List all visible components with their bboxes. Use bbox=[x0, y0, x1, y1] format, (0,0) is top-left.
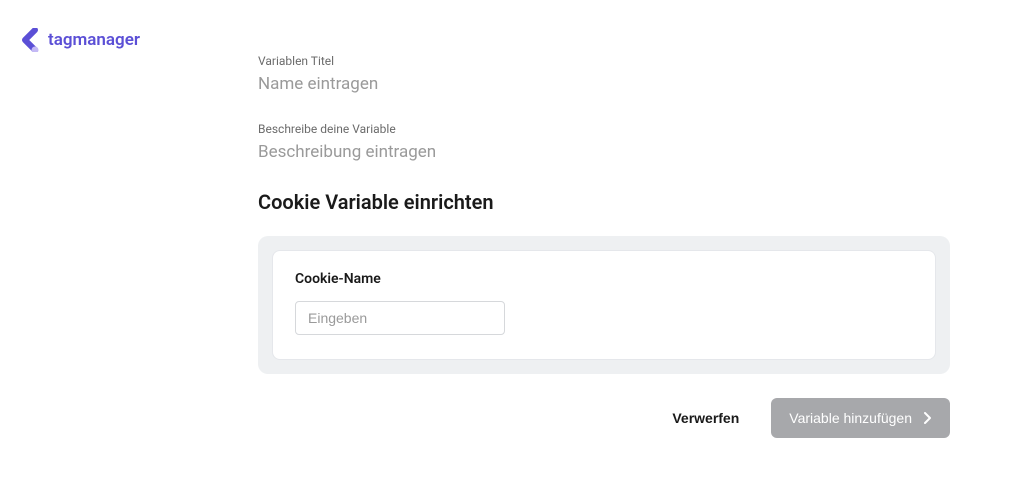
discard-button[interactable]: Verwerfen bbox=[668, 402, 743, 434]
config-card: Cookie-Name bbox=[258, 236, 950, 374]
config-card-inner: Cookie-Name bbox=[272, 250, 936, 360]
variable-title-input[interactable]: Name eintragen bbox=[258, 74, 950, 94]
logo-text: tagmanager bbox=[48, 30, 140, 50]
add-variable-label: Variable hinzufügen bbox=[789, 410, 912, 426]
add-variable-button[interactable]: Variable hinzufügen bbox=[771, 398, 950, 438]
logo-icon bbox=[20, 28, 42, 52]
logo[interactable]: tagmanager bbox=[20, 28, 140, 52]
section-title: Cookie Variable einrichten bbox=[258, 190, 950, 214]
main-content: Variablen Titel Name eintragen Beschreib… bbox=[258, 54, 950, 438]
variable-title-group: Variablen Titel Name eintragen bbox=[258, 54, 950, 94]
variable-description-label: Beschreibe deine Variable bbox=[258, 122, 950, 136]
actions-row: Verwerfen Variable hinzufügen bbox=[258, 398, 950, 438]
cookie-name-label: Cookie-Name bbox=[295, 271, 913, 287]
variable-description-input[interactable]: Beschreibung eintragen bbox=[258, 142, 950, 162]
cookie-name-input[interactable] bbox=[295, 301, 505, 335]
variable-description-group: Beschreibe deine Variable Beschreibung e… bbox=[258, 122, 950, 162]
variable-title-label: Variablen Titel bbox=[258, 54, 950, 68]
chevron-right-icon bbox=[924, 412, 932, 424]
